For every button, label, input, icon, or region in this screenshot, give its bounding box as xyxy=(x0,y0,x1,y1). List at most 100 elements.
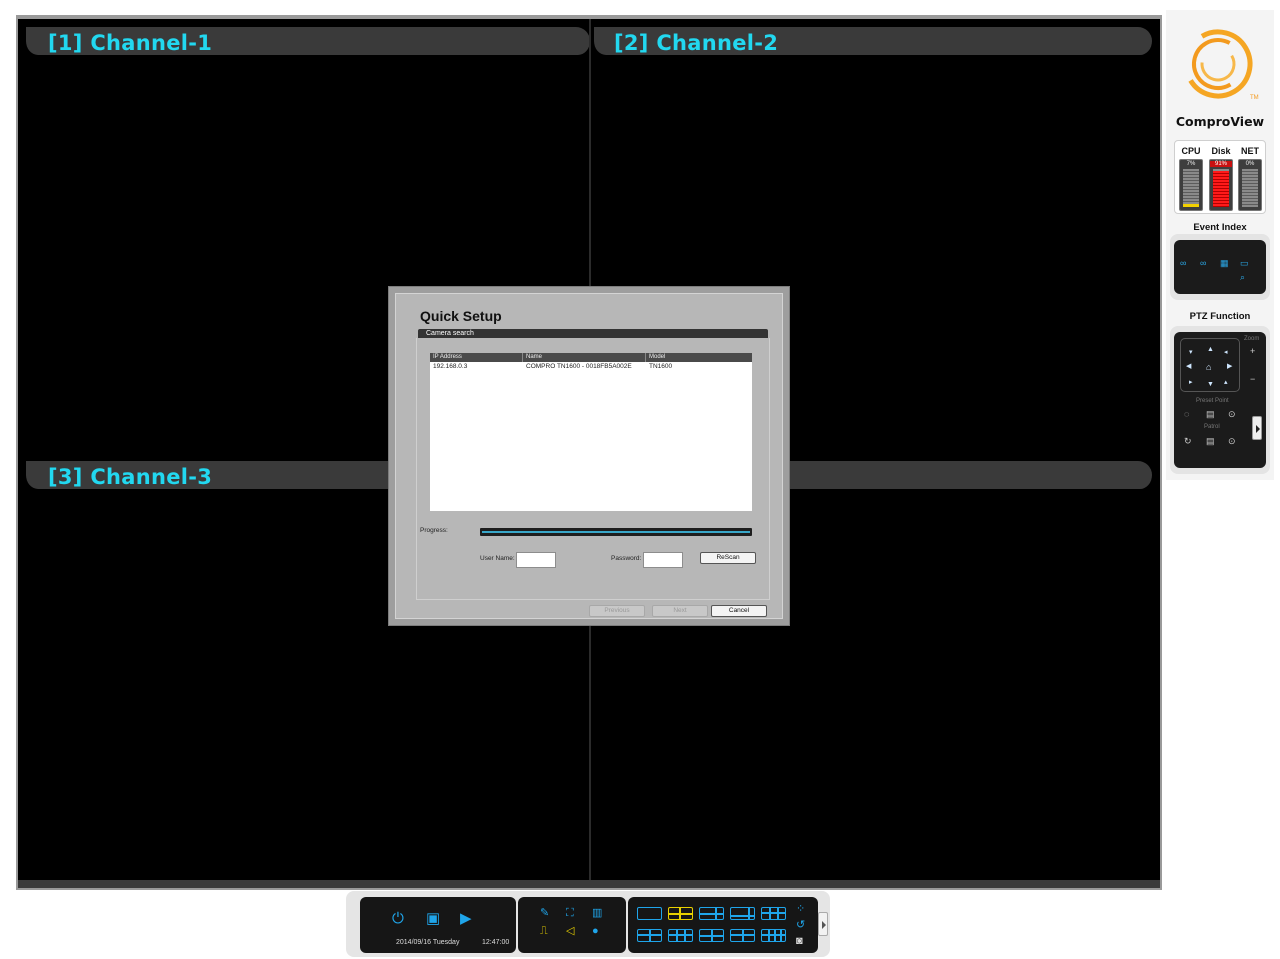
toolbar-expand-handle[interactable] xyxy=(818,912,828,936)
ptz-right-icon[interactable]: ▶ xyxy=(1227,363,1232,371)
sequence-icon[interactable]: ↺ xyxy=(796,919,805,931)
ptz-up-icon[interactable]: ▲ xyxy=(1207,346,1214,354)
cpu-label: CPU xyxy=(1181,146,1201,156)
ptz-direction-pad: ▾ ▲ ◂ ◀ ⌂ ▶ ▸ ▼ ▴ xyxy=(1180,338,1240,392)
event-link-alt-icon[interactable]: ∞ xyxy=(1200,258,1206,268)
ptz-down-left-icon[interactable]: ▸ xyxy=(1189,379,1193,387)
net-label: NET xyxy=(1241,146,1259,156)
layout-5x5-icon[interactable] xyxy=(761,929,786,942)
dialog-body: Quick Setup Camera search IP Address Nam… xyxy=(395,293,783,619)
playback-icon[interactable]: ▣ xyxy=(426,911,440,927)
play-icon[interactable]: ▶ xyxy=(460,911,472,927)
patrol-set-icon[interactable]: ⊙ xyxy=(1228,436,1236,446)
password-label: Password: xyxy=(611,555,642,562)
progress-fill xyxy=(482,531,750,533)
event-search-icon[interactable]: ⌕ xyxy=(1240,272,1245,282)
zoom-label: Zoom xyxy=(1244,336,1260,342)
zoom-out-button[interactable]: − xyxy=(1250,374,1255,384)
layout-4x3-icon[interactable] xyxy=(637,929,662,942)
zoom-in-button[interactable]: + xyxy=(1250,346,1255,356)
channel-3-title: [3] Channel-3 xyxy=(48,465,213,489)
disk-meter: 91% xyxy=(1209,159,1233,211)
chat-icon[interactable]: ● xyxy=(592,925,599,937)
username-label: User Name: xyxy=(480,555,515,562)
layout-1x1-icon[interactable] xyxy=(637,907,662,920)
password-input[interactable] xyxy=(643,552,683,568)
cell-model: TN1600 xyxy=(649,363,673,370)
ptz-function-heading: PTZ Function xyxy=(1189,311,1251,322)
preset-set-icon[interactable]: ⊙ xyxy=(1228,409,1236,419)
event-grid-icon[interactable]: ▦ xyxy=(1220,258,1229,268)
ptz-left-icon[interactable]: ◀ xyxy=(1186,363,1191,371)
settings-tools-icon[interactable]: ✎ xyxy=(540,907,549,919)
layout-2x2-icon[interactable] xyxy=(668,907,693,920)
column-name[interactable]: Name xyxy=(523,353,646,362)
layout-1plus12-icon[interactable] xyxy=(699,929,724,942)
signal-icon[interactable]: ⎍ xyxy=(540,925,548,937)
progress-label: Progress: xyxy=(420,527,448,534)
bottom-toolbar: ⏻ ▣ ▶ 2014/09/16 Tuesday 12:47:00 ✎ ⛶ ▥ … xyxy=(346,891,830,957)
event-monitor-icon[interactable]: ▭ xyxy=(1240,258,1249,268)
ptz-up-right-icon[interactable]: ◂ xyxy=(1224,349,1228,357)
camera-icon[interactable]: ◙ xyxy=(796,935,803,947)
previous-button[interactable]: Previous xyxy=(589,605,645,617)
next-button[interactable]: Next xyxy=(652,605,708,617)
username-input[interactable] xyxy=(516,552,556,568)
layout-4x4-icon[interactable] xyxy=(668,929,693,942)
section-label: Camera search xyxy=(426,330,474,337)
layout-2plus8-icon[interactable] xyxy=(730,929,755,942)
ptz-controls: ▾ ▲ ◂ ◀ ⌂ ▶ ▸ ▼ ▴ Zoom + − Preset Point … xyxy=(1174,332,1266,468)
ptz-home-icon[interactable]: ⌂ xyxy=(1206,363,1211,372)
cell-name: COMPRO TN1600 - 0018FB5A002E xyxy=(526,363,632,370)
net-value: 0% xyxy=(1245,161,1255,167)
toolbar-layout-segment: ⁘ ↺ ◙ xyxy=(628,897,818,953)
column-ip-address[interactable]: IP Address xyxy=(430,353,523,362)
preset-go-icon[interactable]: ◌ xyxy=(1184,409,1189,419)
cpu-value: 7% xyxy=(1186,161,1196,167)
camera-results-table: IP Address Name Model 192.168.0.3 COMPRO… xyxy=(430,353,752,511)
ptz-down-right-icon[interactable]: ▴ xyxy=(1224,379,1228,387)
speaker-icon[interactable]: ◁ xyxy=(566,925,574,937)
rescan-button[interactable]: ReScan xyxy=(700,552,756,564)
preset-list-icon[interactable]: ▤ xyxy=(1206,409,1215,419)
video-wall-bottom-strip xyxy=(18,880,1160,888)
snapshot-icon[interactable]: ⛶ xyxy=(566,907,574,919)
disk-value: 91% xyxy=(1210,161,1232,167)
channel-2-title: [2] Channel-2 xyxy=(614,31,779,55)
time-display: 12:47:00 xyxy=(482,939,510,946)
ptz-down-icon[interactable]: ▼ xyxy=(1207,381,1214,389)
dialog-title: Quick Setup xyxy=(420,308,502,324)
patrol-loop-icon[interactable]: ↻ xyxy=(1184,436,1192,446)
toolbar-tools-segment: ✎ ⛶ ▥ ⎍ ◁ ● xyxy=(518,897,626,953)
quick-setup-dialog: Quick Setup Camera search IP Address Nam… xyxy=(388,286,790,626)
patrol-label: Patrol xyxy=(1204,424,1220,430)
preset-point-label: Preset Point xyxy=(1196,398,1229,404)
table-header: IP Address Name Model xyxy=(430,353,752,362)
progress-bar xyxy=(480,528,752,536)
ptz-expand-handle[interactable] xyxy=(1252,416,1262,440)
layout-1plus5-icon[interactable] xyxy=(699,907,724,920)
toolbar-main-segment: ⏻ ▣ ▶ 2014/09/16 Tuesday 12:47:00 xyxy=(360,897,516,953)
event-index-heading: Event Index xyxy=(1193,222,1247,233)
event-index-controls: ∞ ∞ ▦ ▭ ⌕ xyxy=(1174,240,1266,294)
layout-3x3-icon[interactable] xyxy=(761,907,786,920)
event-link-icon[interactable]: ∞ xyxy=(1180,258,1186,268)
brand-name: ComproView xyxy=(1175,114,1265,129)
cpu-meter: 7% xyxy=(1179,159,1203,211)
column-model[interactable]: Model xyxy=(646,353,752,362)
patrol-list-icon[interactable]: ▤ xyxy=(1206,436,1215,446)
layout-1plus7-icon[interactable] xyxy=(730,907,755,920)
event-index-panel: ∞ ∞ ▦ ▭ ⌕ xyxy=(1170,234,1270,300)
power-icon[interactable]: ⏻ xyxy=(392,911,404,927)
cell-ip: 192.168.0.3 xyxy=(433,363,468,370)
rotate-view-icon[interactable]: ⁘ xyxy=(796,903,805,915)
side-panel: TM ComproView CPU Disk NET 7% 91% 0% Eve… xyxy=(1166,10,1274,480)
net-meter: 0% xyxy=(1238,159,1262,211)
ptz-up-left-icon[interactable]: ▾ xyxy=(1189,349,1193,357)
comproview-logo-icon: TM xyxy=(1180,24,1260,120)
save-icon[interactable]: ▥ xyxy=(592,907,602,919)
resource-meters: CPU Disk NET 7% 91% 0% xyxy=(1174,140,1266,214)
cancel-button[interactable]: Cancel xyxy=(711,605,767,617)
date-display: 2014/09/16 Tuesday xyxy=(396,939,460,946)
table-row[interactable]: 192.168.0.3 COMPRO TN1600 - 0018FB5A002E… xyxy=(430,362,752,372)
